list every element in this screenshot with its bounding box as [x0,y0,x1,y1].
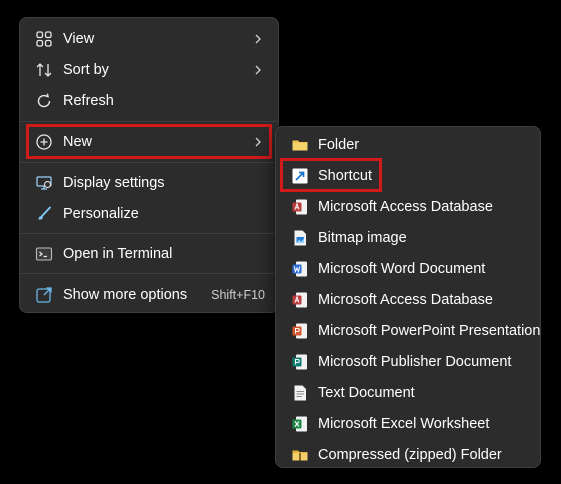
submenu-item-label: Bitmap image [318,230,407,246]
keyboard-shortcut: Shift+F10 [211,288,265,302]
submenu-item-shortcut[interactable]: Shortcut [281,161,535,191]
folder-icon [292,140,308,151]
excel-icon [292,416,307,432]
share-icon [36,287,52,303]
submenu-item-label: Microsoft Word Document [318,261,486,277]
refresh-icon [37,93,51,108]
submenu-item-text-document[interactable]: Text Document [281,378,535,408]
menu-item-refresh[interactable]: Refresh [25,86,273,116]
menu-item-show-more-options[interactable]: Show more options Shift+F10 [25,280,273,310]
submenu-item-label: Shortcut [318,168,372,184]
publisher-icon [292,354,307,370]
zip-folder-icon [292,450,308,461]
chevron-right-icon [255,34,261,44]
menu-item-view[interactable]: View [25,24,273,54]
plus-circle-icon [36,134,52,150]
menu-item-open-in-terminal[interactable]: Open in Terminal [25,239,273,269]
menu-item-label: Display settings [63,175,165,191]
menu-divider [20,121,278,122]
text-document-icon [294,385,306,401]
menu-item-new[interactable]: New [25,127,273,157]
menu-item-label: Sort by [63,62,109,78]
brush-icon [38,206,51,220]
submenu-item-label: Microsoft Access Database [318,199,493,215]
submenu-item-bitmap-image[interactable]: Bitmap image [281,223,535,253]
submenu-item-access-database[interactable]: Microsoft Access Database [281,285,535,315]
submenu-item-label: Folder [318,137,360,153]
access-icon [292,199,307,215]
menu-item-label: New [63,134,93,150]
menu-divider [20,162,278,163]
menu-item-personalize[interactable]: Personalize [25,199,273,229]
shortcut-icon [292,168,308,184]
menu-item-sort-by[interactable]: Sort by [25,55,273,85]
menu-item-label: Show more options [63,287,188,303]
menu-item-label: View [63,31,95,47]
menu-item-label: Refresh [63,93,114,109]
submenu-item-label: Microsoft Excel Worksheet [318,416,490,432]
context-menu: View Sort by Refresh New Display setting… [19,17,279,313]
submenu-item-label: Microsoft Access Database [318,292,493,308]
menu-divider [20,273,278,274]
access-icon [292,292,307,308]
submenu-item-powerpoint-presentation[interactable]: Microsoft PowerPoint Presentation [281,316,540,346]
menu-item-display-settings[interactable]: Display settings [25,168,273,198]
bitmap-icon [294,230,306,246]
word-icon [292,261,307,277]
new-submenu: Folder Shortcut Microsoft Access Databas… [275,126,541,468]
menu-divider [20,233,278,234]
grid-icon [36,31,52,47]
chevron-right-icon [255,65,261,75]
submenu-item-compressed-folder[interactable]: Compressed (zipped) Folder [281,440,535,470]
powerpoint-icon [292,323,307,339]
sort-icon [36,63,52,77]
chevron-right-icon [255,137,261,147]
submenu-item-access-database[interactable]: Microsoft Access Database [281,192,535,222]
submenu-item-label: Compressed (zipped) Folder [318,447,502,463]
submenu-item-excel-worksheet[interactable]: Microsoft Excel Worksheet [281,409,535,439]
display-icon [36,176,52,190]
submenu-item-label: Microsoft Publisher Document [318,354,512,370]
terminal-icon [35,247,53,261]
menu-item-label: Personalize [63,206,139,222]
menu-item-label: Open in Terminal [63,246,173,262]
submenu-item-word-document[interactable]: Microsoft Word Document [281,254,535,284]
submenu-item-label: Text Document [318,385,415,401]
submenu-item-folder[interactable]: Folder [281,130,535,160]
submenu-item-label: Microsoft PowerPoint Presentation [318,323,541,339]
submenu-item-publisher-document[interactable]: Microsoft Publisher Document [281,347,535,377]
